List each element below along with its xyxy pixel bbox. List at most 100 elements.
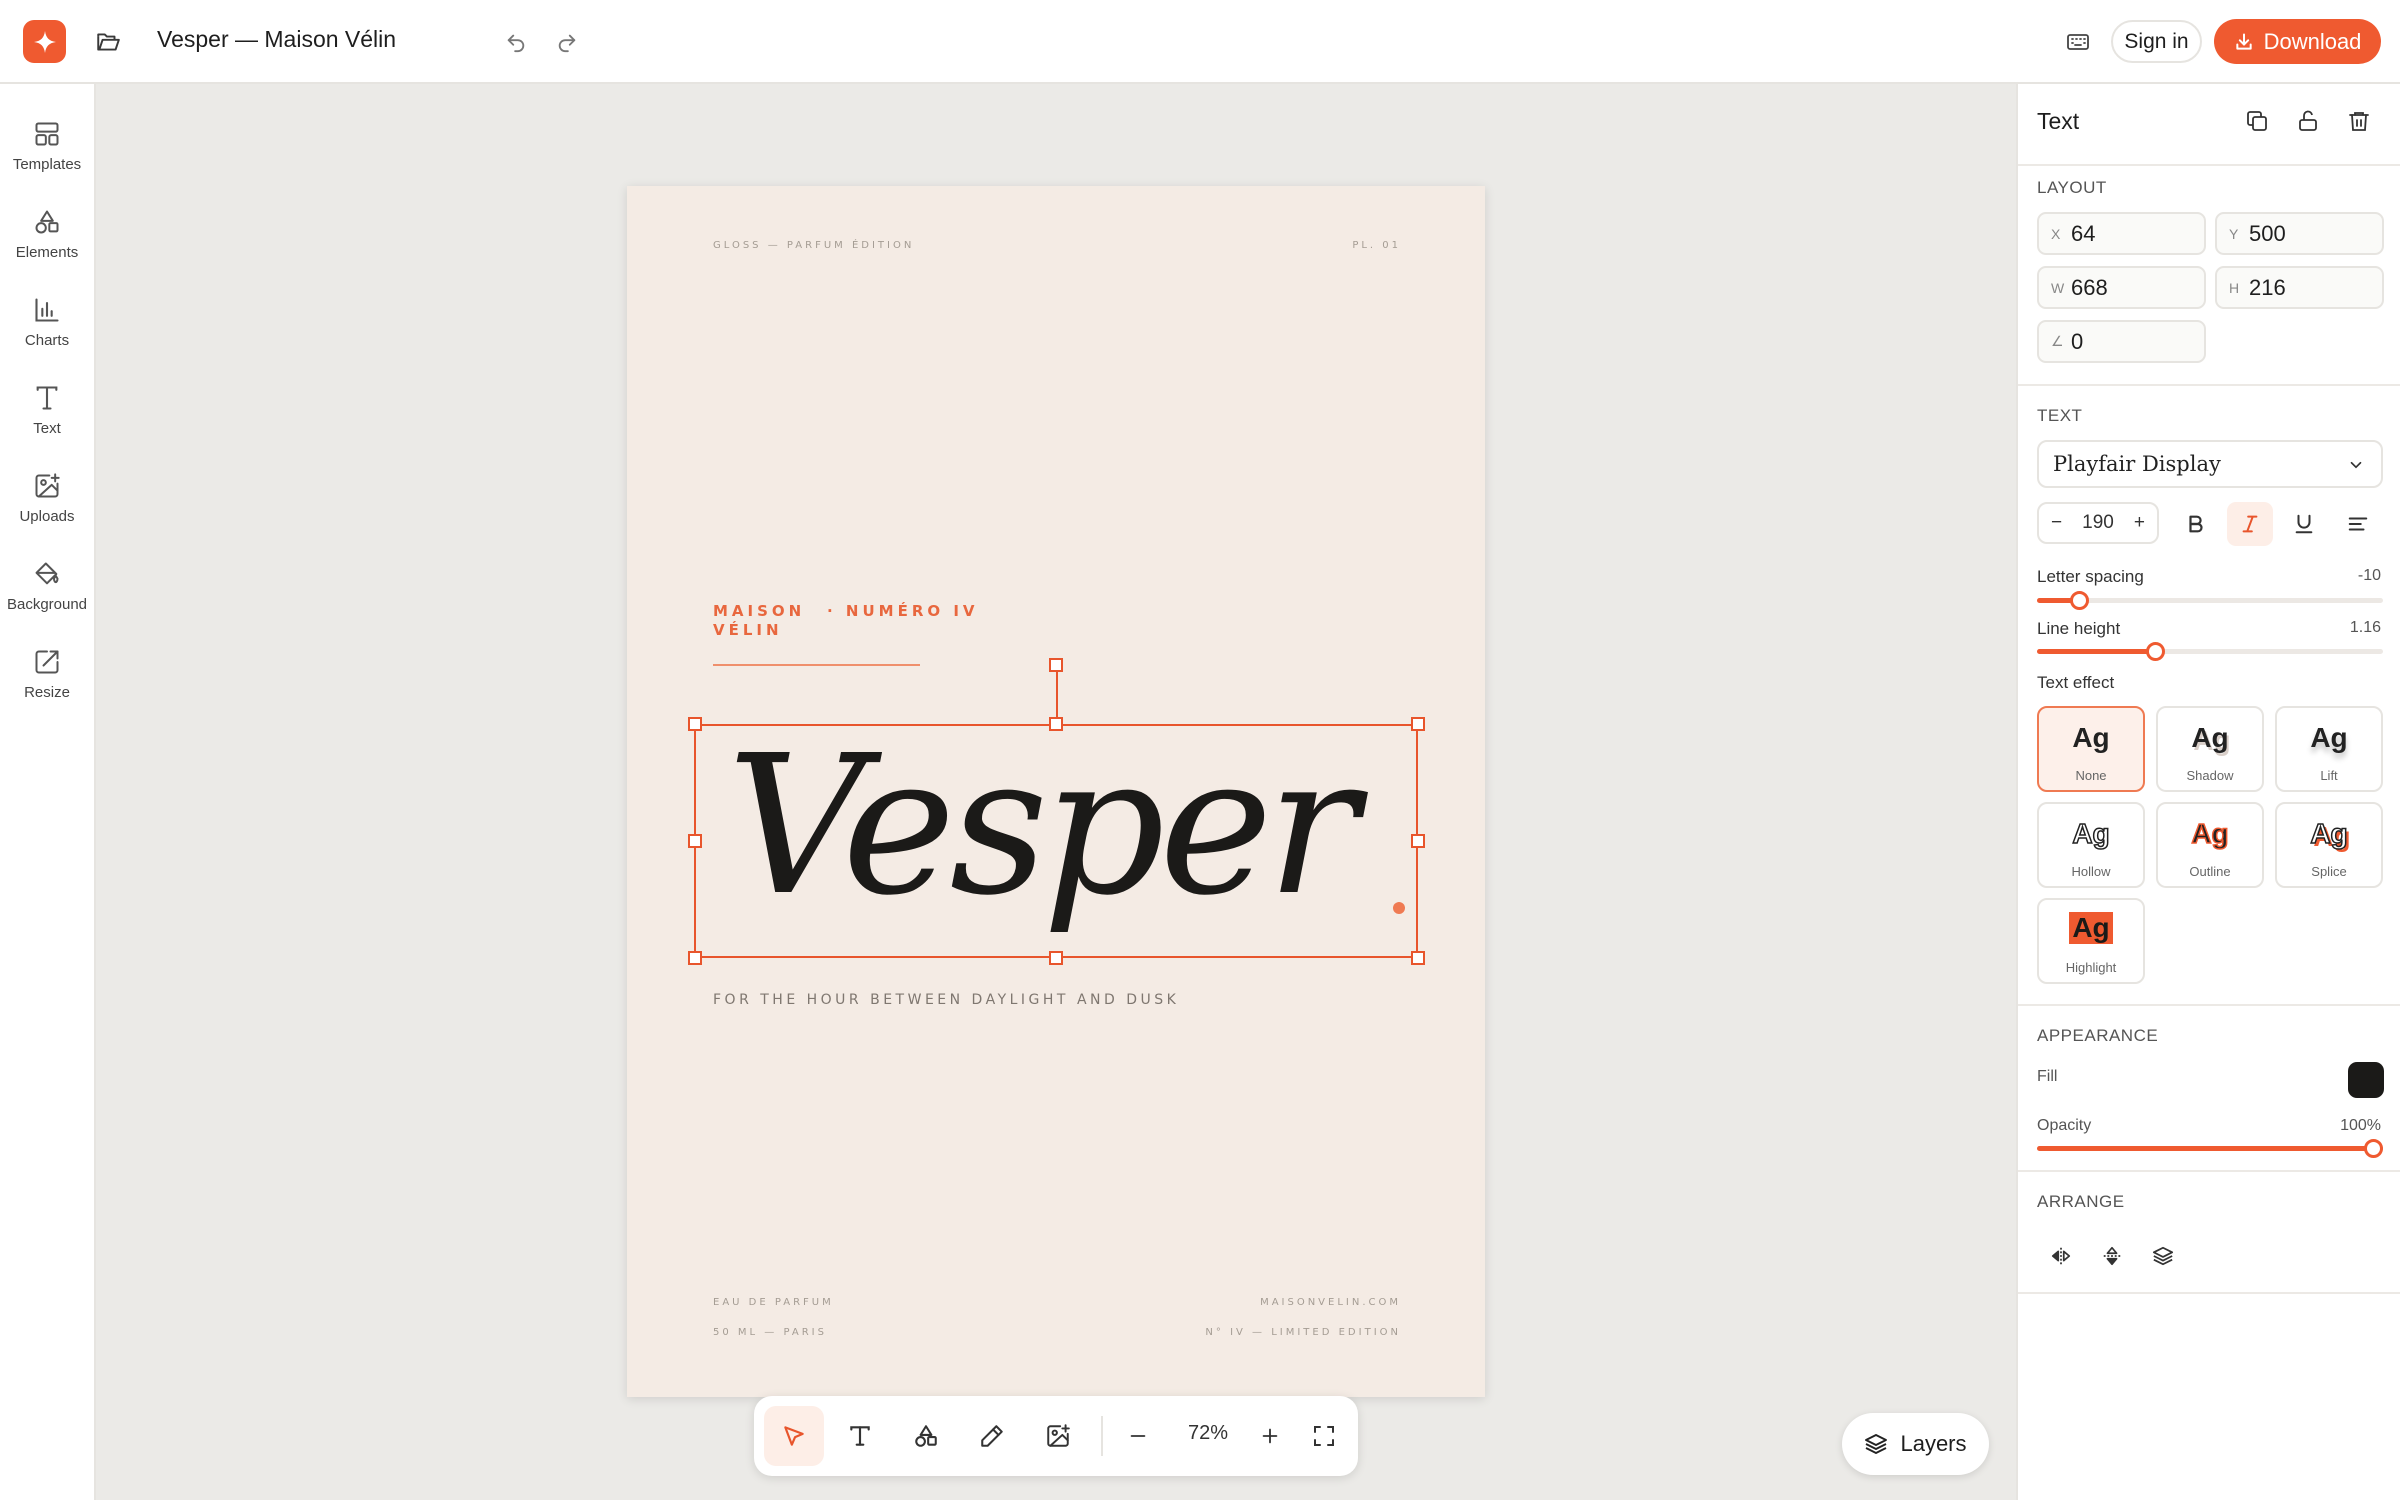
fit-screen-button[interactable] <box>1294 1406 1354 1466</box>
fill-color-swatch[interactable] <box>2348 1062 2384 1098</box>
effect-shadow[interactable]: Ag Shadow <box>2156 706 2264 792</box>
underline-button[interactable] <box>2281 502 2327 546</box>
download-button[interactable]: Download <box>2214 19 2381 64</box>
slider-fill <box>2037 649 2155 654</box>
italic-button[interactable] <box>2227 502 2273 546</box>
bottom-toolbar: 72% <box>754 1396 1358 1476</box>
resize-handle-top-left[interactable] <box>688 717 702 731</box>
slider-thumb[interactable] <box>2146 642 2165 661</box>
page-bottom-right-2[interactable]: N° IV — LIMITED EDITION <box>1205 1327 1401 1338</box>
font-size-stepper[interactable]: − 190 + <box>2037 502 2159 544</box>
sidebar-item-templates[interactable]: Templates <box>0 108 94 188</box>
layers-icon <box>2152 1246 2174 1266</box>
resize-handle-bottom-left[interactable] <box>688 951 702 965</box>
open-folder-button[interactable] <box>92 26 124 58</box>
sidebar-item-background[interactable]: Background <box>0 548 94 628</box>
redo-button[interactable] <box>551 26 583 58</box>
line-height-value: 1.16 <box>2349 619 2381 636</box>
sidebar-item-label: Elements <box>15 244 79 261</box>
resize-handle-left[interactable] <box>688 834 702 848</box>
align-button[interactable] <box>2335 502 2381 546</box>
sign-in-button[interactable]: Sign in <box>2111 20 2202 63</box>
page-bottom-left-2[interactable]: 50 ML — PARIS <box>713 1327 827 1338</box>
resize-handle-right[interactable] <box>1411 834 1425 848</box>
effect-splice[interactable]: Ag Splice <box>2275 802 2383 888</box>
lock-button[interactable] <box>2291 104 2325 138</box>
effect-preview: Ag <box>2310 722 2348 753</box>
sidebar-item-charts[interactable]: Charts <box>0 284 94 364</box>
sidebar-item-resize[interactable]: Resize <box>0 636 94 716</box>
width-field[interactable]: W 668 <box>2037 266 2206 309</box>
page-bottom-right-1[interactable]: MAISONVELIN.COM <box>1260 1297 1401 1308</box>
height-field[interactable]: H 216 <box>2215 266 2384 309</box>
anchor-point[interactable] <box>1393 902 1405 914</box>
sidebar-item-label: Resize <box>24 684 70 701</box>
effect-hollow[interactable]: Ag Hollow <box>2037 802 2145 888</box>
copy-icon <box>2247 111 2267 131</box>
text-icon <box>36 386 58 410</box>
app-logo[interactable] <box>23 20 66 63</box>
layer-order-button[interactable] <box>2141 1234 2185 1278</box>
bold-button[interactable] <box>2173 502 2219 546</box>
opacity-label: Opacity <box>2037 1117 2092 1134</box>
font-size-decrease[interactable]: − <box>2051 512 2062 534</box>
effect-label: Highlight <box>2065 960 2117 975</box>
opacity-slider[interactable] <box>2037 1139 2383 1158</box>
flip-vertical-button[interactable] <box>2090 1234 2134 1278</box>
brand-name-line2[interactable]: VÉLIN <box>713 621 783 640</box>
sidebar-item-uploads[interactable]: Uploads <box>0 460 94 540</box>
slider-thumb[interactable] <box>2070 591 2089 610</box>
tagline-text[interactable]: FOR THE HOUR BETWEEN DAYLIGHT AND DUSK <box>713 992 1179 1008</box>
resize-handle-top[interactable] <box>1049 717 1063 731</box>
slider-thumb[interactable] <box>2364 1139 2383 1158</box>
resize-handle-top-right[interactable] <box>1411 717 1425 731</box>
add-image-button[interactable] <box>1028 1406 1088 1466</box>
sidebar-item-label: Background <box>6 596 88 613</box>
effect-label: Shadow <box>2186 768 2234 783</box>
draw-tool-button[interactable] <box>962 1406 1022 1466</box>
zoom-level[interactable]: 72% <box>1178 1422 1238 1445</box>
resize-handle-bottom-right[interactable] <box>1411 951 1425 965</box>
line-height-slider[interactable] <box>2037 642 2383 661</box>
duplicate-button[interactable] <box>2240 104 2274 138</box>
slider-fill <box>2037 1146 2383 1151</box>
effect-lift[interactable]: Ag Lift <box>2275 706 2383 792</box>
text-tool-button[interactable] <box>830 1406 890 1466</box>
flip-horizontal-button[interactable] <box>2039 1234 2083 1278</box>
select-tool-button[interactable] <box>764 1406 824 1466</box>
y-position-field[interactable]: Y 500 <box>2215 212 2384 255</box>
shapes-tool-button[interactable] <box>896 1406 956 1466</box>
headline-text[interactable]: Vesper <box>727 731 1358 923</box>
page-top-left-text[interactable]: GLOSS — PARFUM ÉDITION <box>713 240 914 251</box>
resize-handle-bottom[interactable] <box>1049 951 1063 965</box>
sidebar-item-text[interactable]: Text <box>0 372 94 452</box>
layers-label: Layers <box>1900 1431 1967 1456</box>
font-family-value: Playfair Display <box>2053 452 2221 476</box>
page-bottom-left-1[interactable]: EAU DE PARFUM <box>713 1297 834 1308</box>
trash-icon <box>2349 112 2369 131</box>
flip-vertical-icon <box>2103 1246 2121 1266</box>
page-top-right-text[interactable]: PL. 01 <box>1352 240 1401 251</box>
h-value: 216 <box>2249 274 2286 300</box>
document-title[interactable]: Vesper — Maison Vélin <box>157 26 396 53</box>
uploads-icon <box>35 473 60 498</box>
font-family-select[interactable]: Playfair Display <box>2037 440 2383 488</box>
sidebar-item-elements[interactable]: Elements <box>0 196 94 276</box>
keyboard-shortcuts-button[interactable] <box>2062 26 2094 58</box>
rotate-handle[interactable] <box>1049 658 1063 672</box>
zoom-out-button[interactable] <box>1108 1406 1168 1466</box>
effect-none[interactable]: Ag None <box>2037 706 2145 792</box>
brand-name-line1[interactable]: MAISON <box>713 602 805 621</box>
effect-highlight[interactable]: Ag Highlight <box>2037 898 2145 984</box>
layers-button[interactable]: Layers <box>1842 1413 1989 1475</box>
effect-outline[interactable]: Ag Outline <box>2156 802 2264 888</box>
zoom-in-button[interactable] <box>1240 1406 1300 1466</box>
brand-numero-text[interactable]: · NUMÉRO IV <box>827 602 979 621</box>
font-size-increase[interactable]: + <box>2134 512 2145 534</box>
x-position-field[interactable]: X 64 <box>2037 212 2206 255</box>
undo-button[interactable] <box>500 26 532 58</box>
y-value: 500 <box>2249 220 2286 246</box>
delete-button[interactable] <box>2342 104 2376 138</box>
rotation-field[interactable]: ∠ 0 <box>2037 320 2206 363</box>
letter-spacing-slider[interactable] <box>2037 591 2383 610</box>
